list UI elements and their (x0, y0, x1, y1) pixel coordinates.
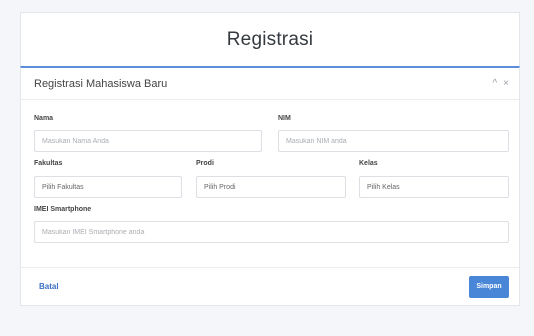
nama-input[interactable] (34, 130, 262, 152)
card-body: Nama NIM Fakultas Pilih Fakultas Prodi P… (21, 100, 519, 270)
imei-input[interactable] (34, 221, 509, 243)
imei-label: IMEI Smartphone (34, 206, 92, 213)
fakultas-select-value: Pilih Fakultas (42, 183, 84, 191)
close-icon[interactable]: × (503, 78, 509, 89)
kelas-select-value: Pilih Kelas (367, 183, 400, 191)
cancel-button[interactable]: Batal (39, 282, 59, 291)
card-title: Registrasi Mahasiswa Baru (34, 77, 168, 90)
page-header: Registrasi (20, 12, 520, 66)
card-footer: Batal Simpan (21, 267, 519, 305)
nim-label: NIM (278, 115, 291, 122)
card-tools: ^ × (492, 78, 509, 89)
prodi-select[interactable]: Pilih Prodi (196, 176, 346, 198)
kelas-select[interactable]: Pilih Kelas (359, 176, 509, 198)
card-header: Registrasi Mahasiswa Baru ^ × (21, 68, 519, 100)
registration-card: Registrasi Mahasiswa Baru ^ × Nama NIM F… (20, 66, 520, 306)
kelas-label: Kelas (359, 160, 378, 167)
fakultas-label: Fakultas (34, 160, 63, 167)
nim-input[interactable] (278, 130, 509, 152)
save-button[interactable]: Simpan (469, 275, 509, 298)
prodi-label: Prodi (196, 160, 214, 167)
nama-label: Nama (34, 115, 54, 122)
prodi-select-value: Pilih Prodi (204, 183, 236, 191)
fakultas-select[interactable]: Pilih Fakultas (34, 176, 182, 198)
collapse-icon[interactable]: ^ (492, 78, 497, 89)
page-title: Registrasi (226, 28, 314, 50)
